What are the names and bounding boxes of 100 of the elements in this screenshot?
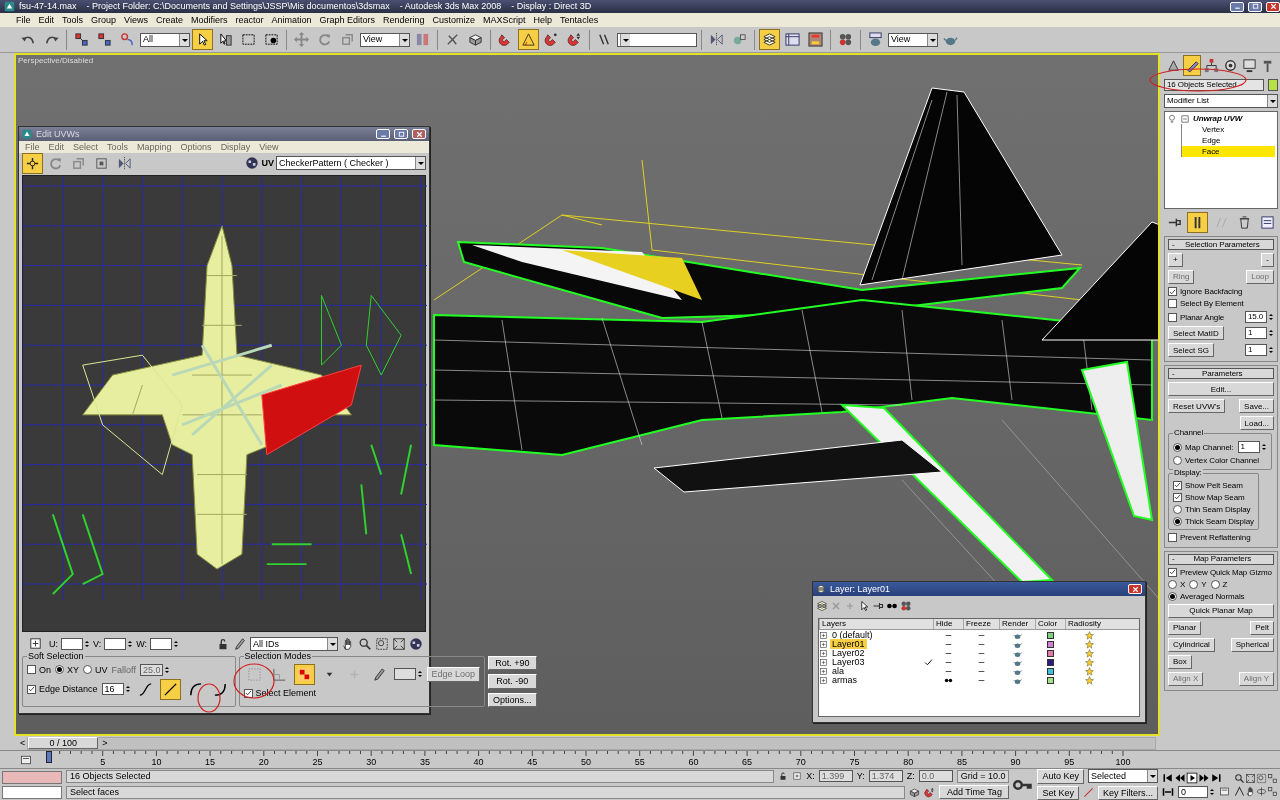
panel-button[interactable]: - (1261, 253, 1274, 267)
menu-item[interactable]: Animation (271, 14, 312, 26)
checker-icon[interactable] (409, 636, 423, 651)
panel-button[interactable]: Rot. -90 (488, 674, 537, 689)
expand-icon[interactable] (819, 648, 828, 658)
dropdown[interactable]: View (888, 32, 938, 47)
checkbox[interactable]: Select By Element (1168, 299, 1244, 309)
layer-name[interactable]: armas (830, 675, 859, 686)
radio-button[interactable]: Vertex Color Channel (1173, 456, 1260, 466)
menu-item[interactable]: Modifiers (190, 14, 228, 26)
menu-item[interactable]: Edit (38, 14, 55, 26)
rollout-title[interactable]: Selection Parameters (1174, 239, 1270, 250)
set-key-button[interactable]: Set Key (1037, 785, 1079, 800)
uv-label[interactable]: UV (261, 157, 274, 169)
schematic-view-icon[interactable] (805, 29, 826, 50)
menu-item[interactable]: Select (73, 141, 99, 153)
expand-icon[interactable] (819, 675, 828, 685)
bulb-icon[interactable] (1167, 114, 1177, 124)
panel-button[interactable]: Reset UVW's (1168, 399, 1226, 414)
column-header[interactable]: Color (1035, 619, 1065, 629)
map-dropdown[interactable]: CheckerPattern ( Checker ) (276, 156, 426, 170)
menu-item[interactable]: Options (180, 141, 212, 153)
expand-icon[interactable] (819, 666, 828, 676)
menu-item[interactable]: Tentacles (560, 14, 599, 26)
uv-canvas[interactable] (22, 175, 426, 632)
menu-item[interactable]: Tools (62, 14, 84, 26)
color-swatch[interactable] (1046, 640, 1054, 648)
maxscript-input-field[interactable] (2, 785, 62, 799)
menu-item[interactable]: View (259, 141, 279, 153)
panel-button[interactable]: Edit... (1168, 382, 1274, 397)
menu-item[interactable]: Customize (432, 14, 476, 26)
menu-item[interactable]: reactor (235, 14, 264, 26)
menu-item[interactable]: Rendering (383, 14, 425, 26)
rollout-title[interactable]: Parameters (1174, 369, 1270, 379)
color-swatch[interactable] (1046, 631, 1054, 639)
pin-icon[interactable] (872, 600, 884, 612)
add-time-tag-button[interactable]: Add Time Tag (939, 784, 1010, 800)
menu-item[interactable]: File (25, 141, 40, 153)
angle-snap-icon[interactable] (518, 29, 539, 50)
checkbox[interactable]: Ignore Backfacing (1168, 287, 1243, 297)
layers-icon[interactable] (816, 600, 828, 612)
menu-item[interactable]: Group (91, 14, 117, 26)
menu-item[interactable]: Tools (107, 141, 129, 153)
menu-item[interactable]: Graph Editors (319, 14, 376, 26)
play-icon[interactable] (1186, 771, 1198, 784)
panel-button[interactable]: Options... (488, 692, 537, 707)
panel-button[interactable]: Spherical (1230, 638, 1274, 653)
coordinate-field[interactable]: 0.0 (918, 770, 953, 783)
select-icon[interactable] (858, 600, 870, 612)
time-slider-marker[interactable] (46, 751, 52, 763)
key-filters-button[interactable]: Key Filters... (1098, 785, 1158, 800)
spinner-field[interactable]: 16 (101, 683, 124, 696)
pan-hand-icon[interactable] (1245, 785, 1256, 797)
panel-button[interactable]: Load... (1239, 416, 1274, 431)
column-header[interactable]: Render (999, 619, 1035, 629)
dropdown[interactable] (617, 32, 697, 47)
rollout-header[interactable]: - Parameters (1168, 368, 1274, 380)
brush-icon[interactable] (233, 636, 247, 651)
expand-icon[interactable] (819, 639, 828, 649)
zoom-icon[interactable] (358, 636, 372, 651)
menu-item[interactable]: Help (533, 14, 553, 26)
star-icon[interactable] (1084, 648, 1094, 658)
panel-button[interactable]: Save... (1239, 399, 1274, 414)
zoom-icon[interactable] (1234, 772, 1245, 784)
color-swatch[interactable] (1046, 658, 1054, 666)
layers-icon[interactable] (759, 29, 780, 50)
dropdown[interactable]: View (360, 32, 410, 47)
spinner-field[interactable] (104, 637, 127, 650)
stack-sub-item[interactable]: Face (1181, 146, 1275, 157)
panel-button[interactable]: Planar (1168, 621, 1202, 636)
checkbox[interactable]: Planar Angle (1168, 312, 1225, 322)
cube-icon[interactable] (909, 786, 921, 798)
menu-item[interactable]: File (16, 14, 31, 26)
menu-item[interactable]: MAXScript (483, 14, 526, 26)
star-icon[interactable] (1084, 675, 1094, 685)
menu-item[interactable]: Create (155, 14, 183, 26)
auto-key-button[interactable]: Auto Key (1037, 769, 1084, 784)
rollout-header[interactable]: - Map Parameters (1168, 553, 1274, 565)
collapse-sign[interactable]: - (1172, 239, 1175, 250)
radio-button[interactable]: Averaged Normals (1168, 591, 1245, 602)
key-line-icon[interactable] (1083, 787, 1094, 799)
end-result-icon[interactable] (1187, 212, 1209, 233)
column-header[interactable]: Freeze (963, 619, 999, 629)
layer-name[interactable]: 0 (default) (830, 630, 875, 641)
column-header[interactable]: Hide (933, 619, 963, 629)
checkbox[interactable]: Preview Quick Map Gizmo (1168, 567, 1272, 577)
spinner-field[interactable]: 0 (1178, 785, 1208, 798)
zoom-all-icon[interactable] (1245, 772, 1256, 784)
lock-icon[interactable] (778, 771, 789, 782)
key-mode-dropdown[interactable]: Selected (1088, 769, 1158, 784)
spinner-field[interactable] (61, 637, 83, 650)
rollout-header[interactable]: - Selection Parameters (1168, 239, 1274, 250)
go-to-start-icon[interactable] (1162, 771, 1174, 784)
key-mode-icon[interactable] (1162, 785, 1174, 798)
layer-name[interactable]: Layer02 (830, 648, 867, 659)
time-configuration-icon[interactable] (1219, 786, 1230, 797)
checkbox[interactable]: Edge Distance (27, 684, 98, 695)
layer-name[interactable]: Layer03 (830, 657, 867, 668)
object-color-swatch[interactable] (1268, 79, 1278, 91)
layer-name[interactable]: Layer01 (830, 639, 867, 650)
